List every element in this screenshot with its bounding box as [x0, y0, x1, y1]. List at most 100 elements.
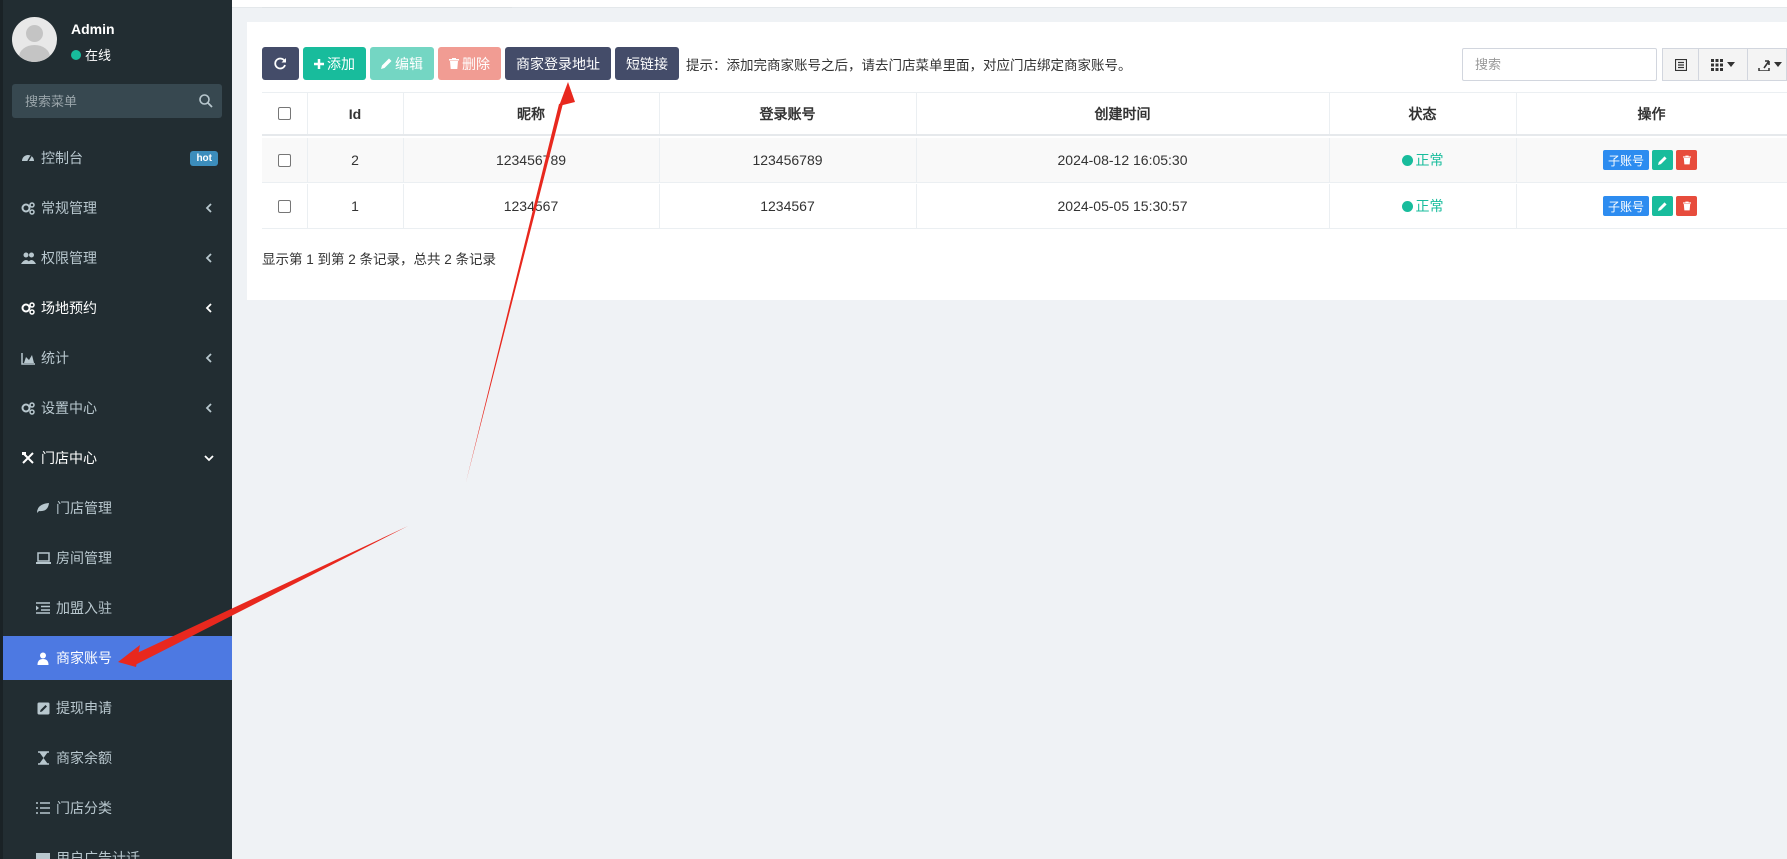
- col-header-status[interactable]: 状态: [1329, 93, 1516, 134]
- trash-icon: [449, 58, 459, 69]
- sidebar: Admin 在线 控制台 hot 常规管理 权限管理 场地预约 统计 设置中心: [0, 0, 232, 859]
- cogs-icon: [20, 200, 36, 216]
- export-button[interactable]: [1747, 48, 1787, 81]
- tab-strip: [232, 0, 1787, 8]
- sub-account-button[interactable]: 子账号: [1602, 196, 1649, 216]
- edit-button[interactable]: 编辑: [370, 47, 434, 80]
- status-label: 正常: [1415, 198, 1444, 214]
- dashboard-icon: [20, 150, 36, 166]
- select-all-cell: [262, 93, 307, 134]
- leaf-icon: [35, 500, 51, 516]
- user-panel: Admin 在线: [0, 0, 232, 80]
- col-header-actions: 操作: [1637, 105, 1666, 122]
- edit-button-label: 编辑: [395, 55, 423, 72]
- sidebar-item-statistics[interactable]: 统计: [3, 336, 232, 380]
- table-search: [1462, 48, 1657, 81]
- refresh-button[interactable]: [262, 47, 299, 80]
- columns-grid-icon: [1711, 58, 1723, 71]
- chevron-left-icon: [205, 253, 212, 263]
- cell-nickname: 1234567: [503, 198, 559, 214]
- sidebar-item-store-manage[interactable]: 门店管理: [3, 486, 232, 530]
- toggle-view-button[interactable]: [1662, 48, 1699, 81]
- cell-actions: 子账号: [1516, 138, 1787, 182]
- laptop-icon: [35, 550, 51, 566]
- avatar[interactable]: [12, 17, 57, 62]
- sidebar-item-store-center[interactable]: 门店中心: [3, 436, 232, 480]
- plus-icon: [314, 58, 324, 69]
- short-link-button[interactable]: 短链接: [615, 47, 679, 80]
- trash-icon: [1682, 201, 1691, 211]
- ad-icon: [35, 850, 51, 859]
- area-chart-icon: [20, 350, 36, 366]
- row-edit-button[interactable]: [1652, 150, 1673, 170]
- col-header-id[interactable]: Id: [307, 93, 403, 134]
- add-button-label: 添加: [327, 55, 355, 72]
- chevron-left-icon: [205, 203, 212, 213]
- sidebar-item-store-category[interactable]: 门店分类: [3, 786, 232, 830]
- refresh-icon: [274, 57, 286, 70]
- sub-account-button[interactable]: 子账号: [1602, 150, 1649, 170]
- table-view-icon: [1674, 58, 1687, 71]
- hint-text: 提示：添加完商家账号之后，请去门店菜单里面，对应门店绑定商家账号。: [686, 57, 1132, 73]
- cogs-icon: [20, 400, 36, 416]
- row-delete-button[interactable]: [1676, 196, 1697, 216]
- user-status: 在线: [71, 45, 111, 64]
- sidebar-item-label: 权限管理: [41, 250, 97, 266]
- sidebar-item-permission[interactable]: 权限管理: [3, 236, 232, 280]
- row-edit-button[interactable]: [1652, 196, 1673, 216]
- sidebar-item-label: 常规管理: [41, 200, 97, 216]
- col-header-nickname[interactable]: 昵称: [403, 93, 659, 134]
- chevron-down-icon: [204, 455, 214, 462]
- table-header: Id 昵称 登录账号 创建时间 状态 操作: [262, 92, 1787, 136]
- pencil-icon: [1658, 155, 1667, 165]
- table-row: 1 1234567 1234567 2024-05-05 15:30:57 正常…: [262, 184, 1787, 229]
- sidebar-item-venue-booking[interactable]: 场地预约: [3, 286, 232, 330]
- merchant-login-url-button[interactable]: 商家登录地址: [505, 47, 611, 80]
- user-icon: [35, 650, 51, 666]
- delete-button[interactable]: 删除: [438, 47, 501, 80]
- status-dot-icon: [1401, 154, 1413, 166]
- sidebar-item-withdraw[interactable]: 提现申请: [3, 686, 232, 730]
- trash-icon: [1682, 155, 1691, 165]
- chevron-left-icon: [205, 353, 212, 363]
- row-delete-button[interactable]: [1676, 150, 1697, 170]
- list-icon: [35, 800, 51, 816]
- sidebar-item-label: 门店分类: [56, 800, 112, 816]
- sidebar-item-settings[interactable]: 设置中心: [3, 386, 232, 430]
- sidebar-item-dashboard[interactable]: 控制台 hot: [3, 136, 232, 180]
- row-checkbox[interactable]: [278, 153, 291, 167]
- columns-button[interactable]: [1698, 48, 1748, 81]
- indent-icon: [35, 600, 51, 616]
- delete-button-label: 删除: [462, 55, 490, 72]
- cell-actions: 子账号: [1516, 184, 1787, 228]
- sidebar-item-label: 商家账号: [56, 650, 112, 666]
- col-header-created[interactable]: 创建时间: [916, 93, 1329, 134]
- sidebar-item-merchant-account[interactable]: 商家账号: [3, 636, 232, 680]
- col-header-account[interactable]: 登录账号: [659, 93, 916, 134]
- sidebar-item-franchise[interactable]: 加盟入驻: [3, 586, 232, 630]
- search-icon[interactable]: [198, 93, 214, 109]
- cell-status: 正常: [1329, 138, 1516, 182]
- caret-down-icon: [1774, 62, 1782, 67]
- search-input[interactable]: [1463, 49, 1656, 80]
- sidebar-search-input[interactable]: [12, 84, 192, 118]
- row-checkbox[interactable]: [278, 199, 291, 213]
- group-icon: [20, 250, 36, 266]
- cell-id: 1: [351, 198, 359, 214]
- store-icon: [20, 450, 36, 466]
- sidebar-item-label: 加盟入驻: [56, 600, 112, 616]
- chevron-left-icon: [205, 303, 212, 313]
- sidebar-item-label: 用户广告计话: [56, 850, 140, 859]
- sidebar-item-room-manage[interactable]: 房间管理: [3, 536, 232, 580]
- sidebar-item-user-ad[interactable]: 用户广告计话: [3, 836, 232, 859]
- sidebar-item-merchant-balance[interactable]: 商家余额: [3, 736, 232, 780]
- select-all-checkbox[interactable]: [278, 107, 291, 120]
- sidebar-item-general[interactable]: 常规管理: [3, 186, 232, 230]
- export-icon: [1758, 59, 1770, 71]
- cell-status: 正常: [1329, 184, 1516, 228]
- cell-account: 1234567: [760, 198, 815, 214]
- sidebar-item-label: 门店管理: [56, 500, 112, 516]
- tab-active[interactable]: [262, 0, 512, 8]
- toolbar: 添加 编辑 删除 商家登录地址 短链接 提示：添加完商家账号之后，请去门店菜单里…: [262, 47, 1132, 80]
- add-button[interactable]: 添加: [303, 47, 366, 80]
